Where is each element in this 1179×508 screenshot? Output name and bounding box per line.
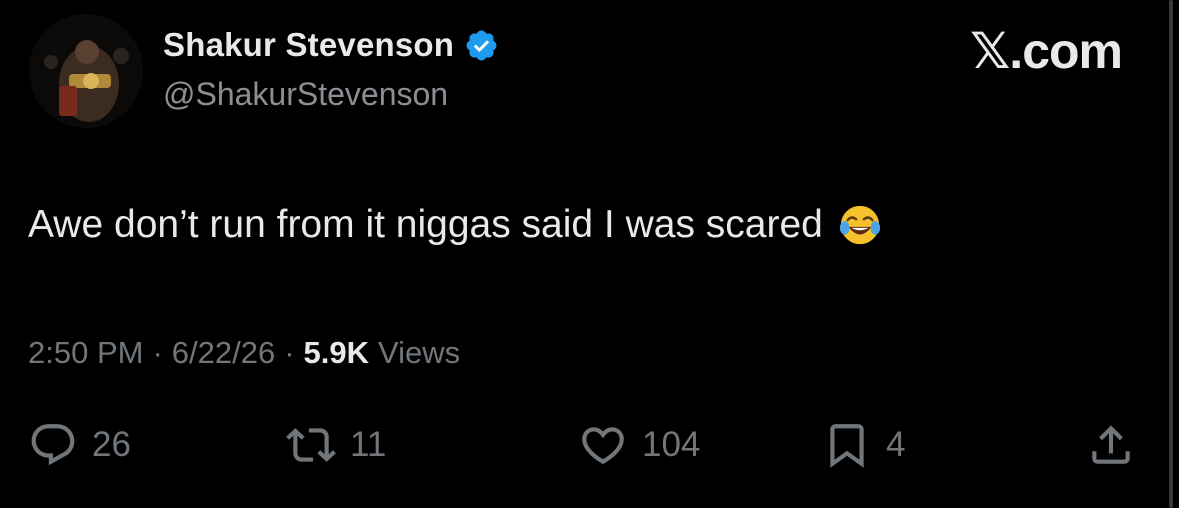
avatar-photo [29,14,143,128]
like-count: 104 [642,425,701,464]
tweet-time[interactable]: 2:50 PM [28,335,143,371]
meta-separator: · [152,335,163,370]
heart-icon [582,427,624,465]
views-label: Views [378,335,461,370]
share-icon [1092,425,1130,464]
like-button[interactable]: 104 [578,420,700,470]
display-name[interactable]: Shakur Stevenson [163,26,454,64]
verified-badge-icon [466,30,497,60]
handle[interactable]: @ShakurStevenson [163,76,448,113]
tweet-text: Awe don’t run from it niggas said I was … [28,202,883,248]
tweet-body: Awe don’t run from it niggas said I was … [28,203,823,246]
repost-icon [286,428,336,462]
share-button[interactable] [1086,420,1136,470]
tweet-meta: 2:50 PM · 6/22/26 · 5.9K Views [28,335,460,371]
repost-count: 11 [350,425,387,464]
meta-separator: · [284,335,295,370]
tweet-date[interactable]: 6/22/26 [172,335,275,371]
bookmark-button[interactable]: 4 [822,420,905,470]
reply-button[interactable]: 26 [28,420,131,470]
laughing-emoji-icon [839,205,880,245]
brand-logo: 𝕏.com [970,23,1123,79]
repost-button[interactable]: 11 [286,420,386,470]
views-count: 5.9K [303,335,370,370]
scrollbar[interactable] [1169,0,1173,508]
action-bar: 26 11 104 4 [0,420,1179,480]
avatar[interactable] [29,14,143,128]
reply-count: 26 [92,425,131,464]
reply-icon [31,424,75,466]
bookmark-icon [830,424,864,468]
bookmark-count: 4 [886,425,906,464]
